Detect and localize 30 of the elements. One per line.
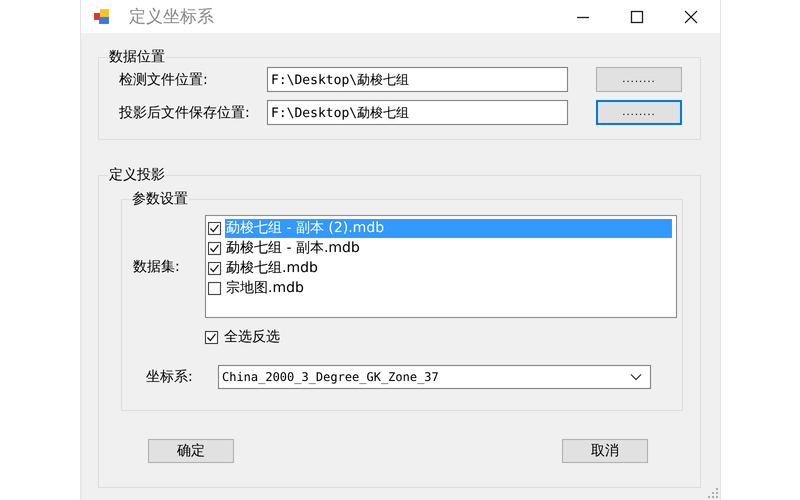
group-title: 定义投影: [108, 166, 166, 184]
maximize-icon[interactable]: [630, 10, 644, 24]
dataset-item[interactable]: 勐梭七组 - 副本.mdb: [225, 238, 672, 258]
checkbox[interactable]: [208, 282, 221, 294]
checkbox-label[interactable]: 全选反选: [224, 328, 280, 346]
field-label: 投影后文件保存位置:: [119, 104, 251, 122]
ok-button[interactable]: 确定: [148, 439, 234, 463]
group-title: 数据位置: [108, 48, 166, 66]
dataset-list[interactable]: 勐梭七组 - 副本 (2).mdb 勐梭七组 - 副本.mdb 勐梭七组.mdb 宗地图.mdb: [205, 215, 677, 318]
checkbox[interactable]: [205, 330, 218, 344]
browse-button[interactable]: ........: [596, 67, 682, 92]
dataset-item[interactable]: 勐梭七组.mdb: [225, 258, 672, 278]
path-field[interactable]: F:\Desktop\勐梭七组: [267, 100, 568, 125]
coordinate-system-dropdown[interactable]: China_2000_3_Degree_GK_Zone_37: [218, 365, 651, 389]
close-icon[interactable]: [684, 10, 698, 24]
checkbox[interactable]: [208, 242, 221, 254]
cancel-button[interactable]: 取消: [562, 439, 648, 463]
window-title: 定义坐标系: [129, 6, 214, 28]
checkbox[interactable]: [208, 222, 221, 234]
chevron-down-icon: [630, 373, 642, 381]
field-label: 数据集:: [132, 258, 181, 276]
field-label: 坐标系:: [145, 368, 194, 386]
group-title: 参数设置: [131, 190, 189, 208]
browse-button[interactable]: ........: [596, 100, 682, 125]
dataset-item[interactable]: 宗地图.mdb: [225, 278, 672, 298]
app-icon: [94, 8, 110, 24]
resize-grip-icon[interactable]: [708, 488, 718, 498]
field-label: 检测文件位置:: [119, 70, 209, 88]
checkbox[interactable]: [208, 262, 221, 274]
path-field[interactable]: F:\Desktop\勐梭七组: [267, 67, 568, 92]
